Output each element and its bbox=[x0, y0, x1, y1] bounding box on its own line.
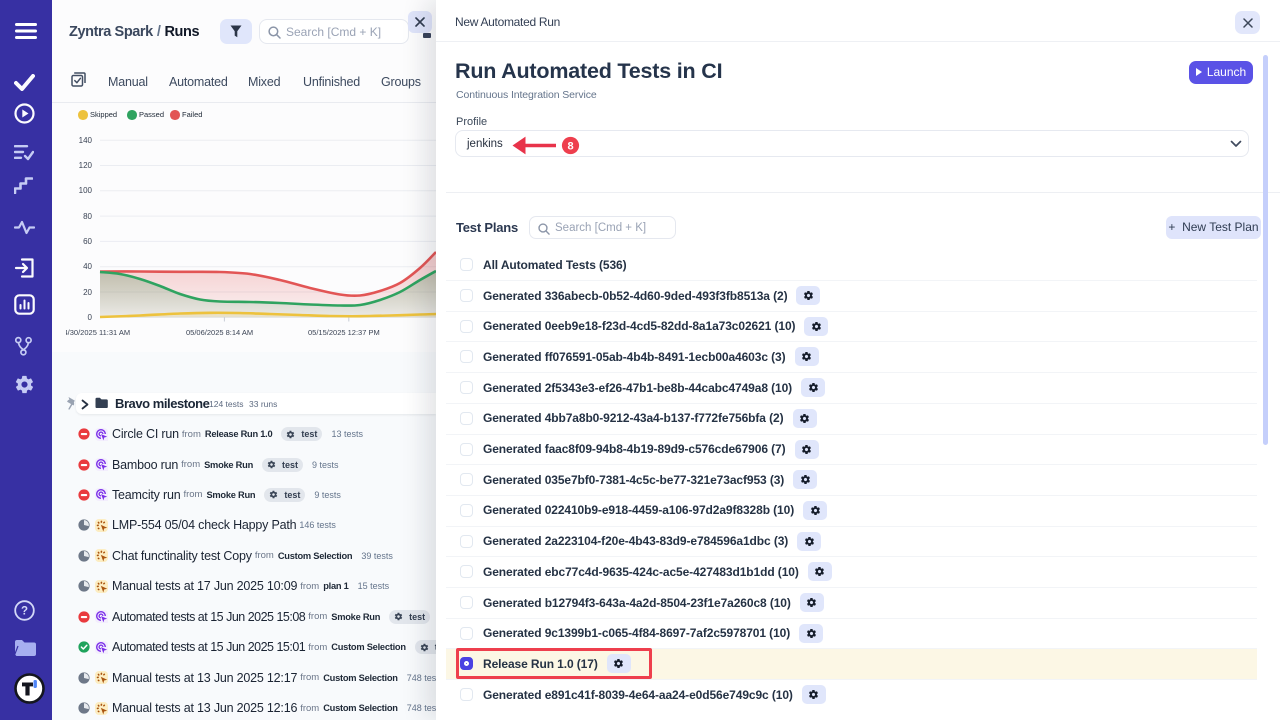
svg-text:?: ? bbox=[21, 606, 28, 618]
svg-text:8: 8 bbox=[567, 140, 573, 152]
